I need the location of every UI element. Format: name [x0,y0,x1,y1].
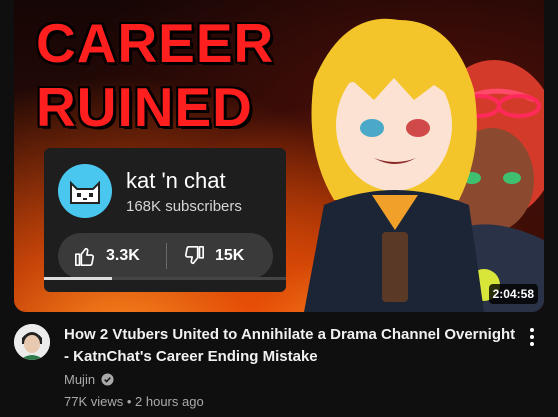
thumbs-down-icon [185,246,204,265]
channel-name[interactable]: Mujin [64,372,95,387]
channel-row: Mujin [64,372,114,387]
video-thumbnail[interactable]: CAREER RUINED kat 'n chat 168K subscribe… [14,0,544,312]
more-dot [530,327,534,332]
like-dislike-bar: 3.3K 15K [58,233,273,279]
headline-career: CAREER [36,12,275,74]
dislike-count: 15K [215,247,245,264]
video-title[interactable]: How 2 Vtubers United to Annihilate a Dra… [64,324,519,368]
like-count: 3.3K [106,247,140,264]
card-progress-fill [44,277,112,280]
dislike-button: 15K [167,233,244,279]
more-options-button[interactable] [524,326,540,348]
more-dot [530,334,534,339]
thumbs-up-icon [75,247,94,266]
video-duration: 2:04:58 [488,284,538,304]
cat-logo-icon [58,164,112,218]
card-progress-track [44,277,286,280]
channel-card: kat 'n chat 168K subscribers 3.3K 15K [44,148,286,292]
card-subscriber-count: 168K subscribers [126,198,242,215]
check-circle-icon [101,373,114,386]
more-dot [530,342,534,347]
view-stats: 77K views • 2 hours ago [64,394,204,409]
like-button: 3.3K [58,233,166,279]
video-metadata: How 2 Vtubers United to Annihilate a Dra… [14,322,544,417]
channel-avatar[interactable] [14,324,50,360]
card-channel-name: kat 'n chat [126,168,226,193]
headline-ruined: RUINED [36,76,253,138]
